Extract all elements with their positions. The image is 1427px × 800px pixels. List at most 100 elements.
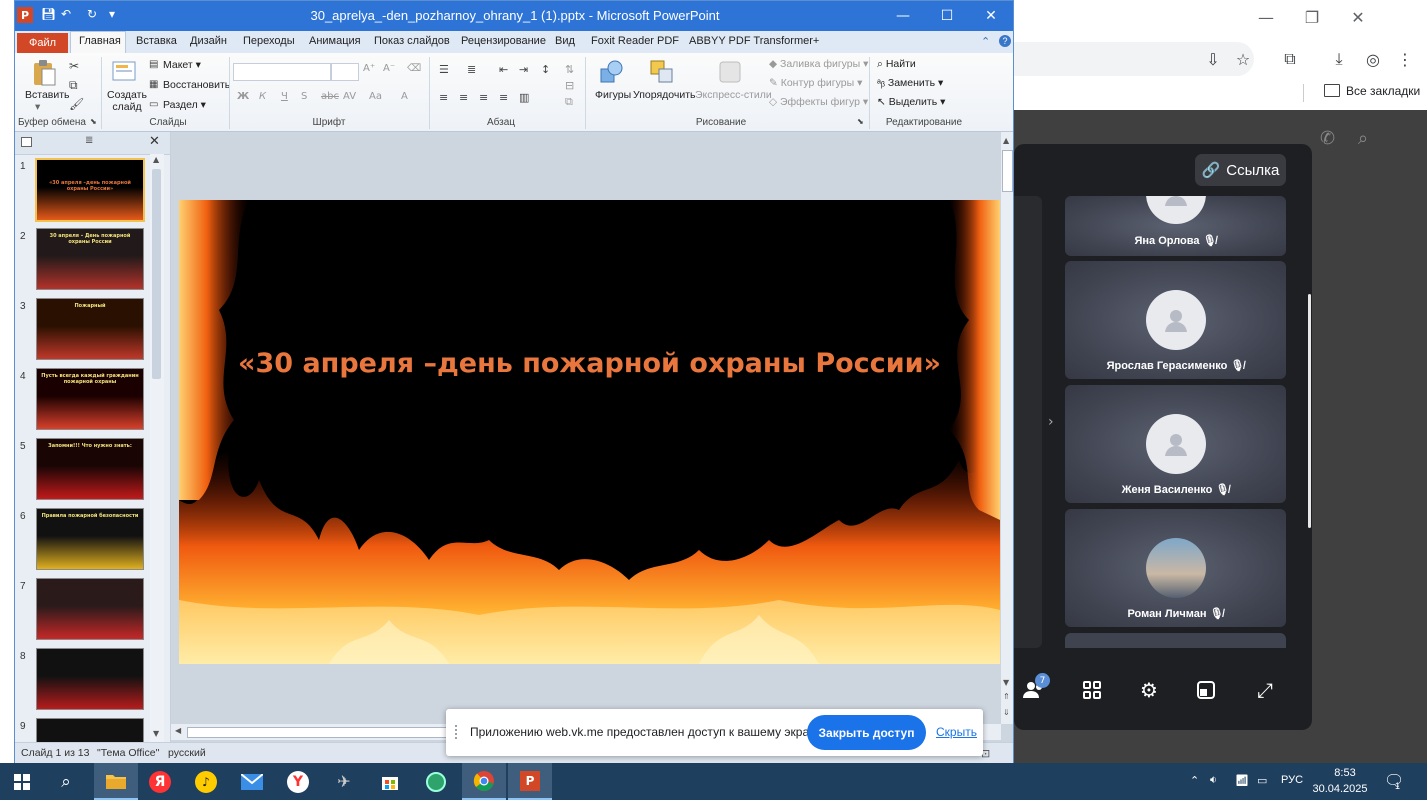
slide-thumbnail[interactable]: Правила пожарной безопасности <box>36 508 144 570</box>
shape-effects-button[interactable]: ◇ Эффекты фигур ▾ <box>769 96 868 108</box>
close-icon[interactable]: ✕ <box>969 1 1013 31</box>
shape-fill-button[interactable]: ◆ Заливка фигуры ▾ <box>769 58 868 70</box>
columns-icon[interactable]: ▥ <box>519 91 529 104</box>
menu-icon[interactable]: ⋮ <box>1390 44 1420 74</box>
change-case-icon[interactable]: Aa <box>369 91 382 102</box>
scrollbar[interactable] <box>1308 294 1311 528</box>
align-right-icon[interactable]: ≡ <box>479 91 488 104</box>
italic-icon[interactable]: К <box>259 91 266 102</box>
vertical-scrollbar[interactable]: ▲ ▼ ⇑ ⇓ <box>1001 132 1013 724</box>
phone-icon[interactable]: ✆ <box>1320 128 1335 149</box>
file-explorer-icon[interactable] <box>94 763 138 800</box>
new-slide-button[interactable]: Создать слайд <box>107 89 147 113</box>
section-button[interactable]: Раздел ▾ <box>163 99 206 111</box>
search-icon[interactable]: ⌕ <box>1358 128 1368 149</box>
yandex-icon[interactable]: Y <box>278 763 318 800</box>
participant-tile[interactable]: Женя Василенко 🎙︎̸ <box>1065 385 1286 503</box>
scroll-thumb[interactable] <box>1002 150 1013 192</box>
download-icon[interactable]: ⤓ <box>1324 44 1354 74</box>
profile-icon[interactable]: ◎ <box>1358 44 1388 74</box>
maximize-icon[interactable]: ☐ <box>925 1 969 31</box>
minimize-icon[interactable]: — <box>881 1 925 31</box>
shapes-button[interactable]: Фигуры <box>595 89 631 101</box>
select-button[interactable]: ↖ Выделить ▾ <box>877 96 945 108</box>
justify-icon[interactable]: ≡ <box>499 91 508 104</box>
slide-thumbnail[interactable]: Пусть всегда каждый гражданин пожарной о… <box>36 368 144 430</box>
collapse-ribbon-icon[interactable]: ⌃ <box>981 35 990 48</box>
layout-icon[interactable]: ▤ <box>149 59 158 70</box>
paste-icon[interactable] <box>31 59 57 86</box>
slide-thumbnail[interactable] <box>36 648 144 710</box>
scroll-down-icon[interactable]: ▼ <box>1003 678 1009 687</box>
fullscreen-icon[interactable]: ⤢ <box>1245 668 1285 712</box>
slide-thumbnail[interactable]: Запомни!!! Что нужно знать: <box>36 438 144 500</box>
dialog-launcher-icon[interactable]: ⬊ <box>857 117 864 126</box>
tab-slideshow[interactable]: Показ слайдов <box>374 35 450 47</box>
font-color-icon[interactable]: A <box>401 91 408 102</box>
tray-chevron-icon[interactable]: ⌃ <box>1190 774 1199 787</box>
new-slide-icon[interactable] <box>111 59 137 85</box>
tab-foxit[interactable]: Foxit Reader PDF <box>591 35 679 47</box>
slide-thumbnail[interactable] <box>36 718 144 742</box>
scroll-thumb[interactable] <box>187 727 459 738</box>
tab-design[interactable]: Дизайн <box>190 35 227 47</box>
text-direction-icon[interactable]: ⇅ <box>565 63 574 76</box>
cut-icon[interactable]: ✂ <box>69 59 79 73</box>
bold-icon[interactable]: Ж <box>237 91 249 102</box>
reset-icon[interactable]: ▦ <box>149 79 158 90</box>
volume-icon[interactable]: 🔉︎ <box>1210 774 1217 787</box>
find-button[interactable]: ⌕ Найти <box>877 58 916 71</box>
underline-icon[interactable]: Ч <box>281 91 288 102</box>
tab-animation[interactable]: Анимация <box>309 35 361 47</box>
theme-name[interactable]: "Тема Office" <box>97 747 159 759</box>
copy-icon[interactable]: ⧉ <box>69 78 78 93</box>
all-bookmarks-link[interactable]: Все закладки <box>1346 84 1420 98</box>
font-family-select[interactable] <box>233 63 331 81</box>
hide-link[interactable]: Скрыть <box>936 725 977 739</box>
clear-format-icon[interactable]: ⌫ <box>407 63 421 74</box>
mail-icon[interactable] <box>232 763 272 800</box>
battery-icon[interactable]: ▭ <box>1257 774 1267 787</box>
dialog-launcher-icon[interactable]: ⬊ <box>90 117 97 126</box>
start-windows-icon[interactable] <box>2 763 42 800</box>
language-indicator[interactable]: РУС <box>1281 774 1303 786</box>
scroll-left-icon[interactable]: ◀ <box>175 726 181 735</box>
tab-review[interactable]: Рецензирование <box>461 35 546 47</box>
slide-thumbnail[interactable]: Пожарный <box>36 298 144 360</box>
bullets-icon[interactable]: ☰ <box>439 63 449 76</box>
powerpoint-logo-icon[interactable]: P <box>17 7 33 23</box>
quick-styles-icon[interactable] <box>717 59 743 85</box>
app-icon[interactable]: ✈ <box>324 763 364 800</box>
tab-home[interactable]: Главная <box>79 35 121 47</box>
powerpoint-taskbar-icon[interactable]: P <box>508 763 552 800</box>
pip-icon[interactable] <box>1186 668 1226 712</box>
language[interactable]: русский <box>168 747 206 759</box>
arrange-icon[interactable] <box>649 59 675 85</box>
tab-file[interactable]: Файл <box>17 33 68 53</box>
settings-gear-icon[interactable]: ⚙ <box>1129 668 1169 712</box>
smartart-icon[interactable]: ⧉ <box>565 95 573 109</box>
participant-tile[interactable]: Ярослав Герасименко 🎙︎̸ <box>1065 261 1286 379</box>
strikethrough-icon[interactable]: abc <box>321 91 339 102</box>
participant-tile[interactable]: Яна Орлова 🎙︎̸ <box>1065 196 1286 256</box>
yandex-browser-icon[interactable]: Я <box>140 763 180 800</box>
scroll-up-icon[interactable]: ▲ <box>1003 136 1009 145</box>
chevron-down-icon[interactable]: ▾ <box>35 101 40 113</box>
slide-thumbnail[interactable]: 30 апреля – День пожарной охраны России <box>36 228 144 290</box>
tab-view[interactable]: Вид <box>555 35 575 47</box>
grid-view-icon[interactable] <box>1072 668 1112 712</box>
outline-tab-icon[interactable]: ≣ <box>85 135 93 146</box>
align-text-icon[interactable]: ⊟ <box>565 79 574 92</box>
increase-indent-icon[interactable]: ⇥ <box>519 63 528 76</box>
tab-insert[interactable]: Вставка <box>136 35 177 47</box>
participant-tile[interactable]: Роман Личман 🎙︎̸ <box>1065 509 1286 627</box>
numbering-icon[interactable]: ≣ <box>467 63 476 76</box>
copy-link-button[interactable]: 🔗 Ссылка <box>1195 154 1286 186</box>
grow-font-icon[interactable]: A⁺ <box>363 63 375 74</box>
close-panel-icon[interactable]: ✕ <box>149 134 160 149</box>
maps-icon[interactable] <box>416 763 456 800</box>
minimize-icon[interactable]: — <box>1243 0 1289 34</box>
quick-styles-button[interactable]: Экспресс-стили <box>695 89 772 101</box>
clock-date[interactable]: 30.04.2025 <box>1310 783 1370 795</box>
help-icon[interactable]: ? <box>999 35 1011 47</box>
